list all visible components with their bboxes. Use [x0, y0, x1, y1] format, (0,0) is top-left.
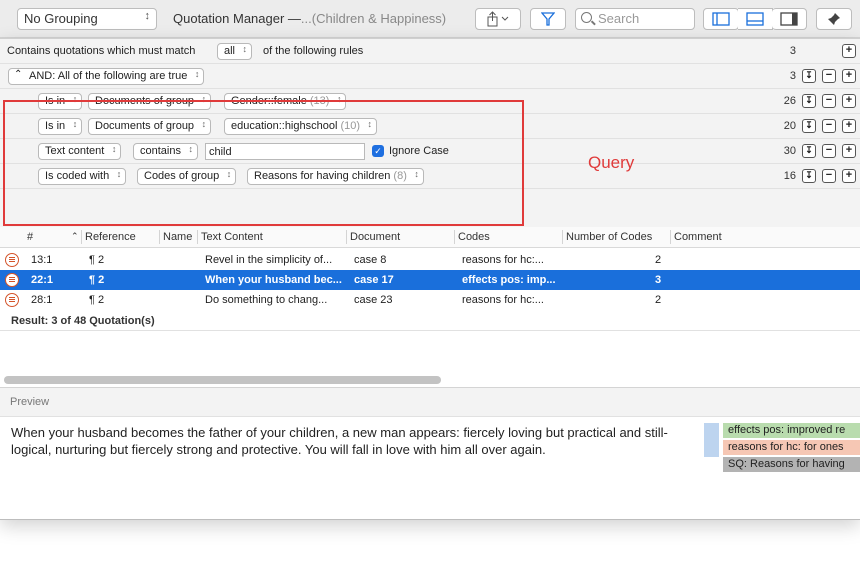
quotation-manager-window: Contains quotations which must match all…: [0, 38, 860, 520]
col-text-content[interactable]: Text Content: [201, 231, 263, 243]
preview-header: Preview: [0, 387, 860, 417]
col-comment[interactable]: Comment: [674, 231, 722, 243]
quotation-icon: [5, 253, 19, 267]
code-tag[interactable]: SQ: Reasons for having: [723, 457, 860, 472]
collapse-icon: ⌃: [14, 69, 23, 80]
remove-rule-button[interactable]: −: [822, 94, 836, 108]
sort-asc-icon: ⌃: [71, 231, 79, 241]
remove-rule-button[interactable]: −: [822, 144, 836, 158]
grouping-select[interactable]: No Grouping ↕: [17, 8, 157, 30]
code-tag[interactable]: reasons for hc: for ones: [723, 440, 860, 455]
insert-rule-button[interactable]: ↧: [802, 144, 816, 158]
add-rule-button[interactable]: +: [842, 94, 856, 108]
remove-rule-button[interactable]: −: [822, 169, 836, 183]
filter-button[interactable]: [530, 8, 566, 30]
col-reference[interactable]: Reference: [85, 231, 136, 243]
quotation-range-bar: [704, 423, 719, 457]
insert-rule-button[interactable]: ↧: [802, 169, 816, 183]
insert-rule-button[interactable]: ↧: [802, 119, 816, 133]
search-input[interactable]: Search: [575, 8, 695, 30]
result-summary: Result: 3 of 48 Quotation(s): [11, 315, 155, 327]
updown-icon: ↕: [144, 10, 151, 22]
code-tag[interactable]: effects pos: improved re: [723, 423, 860, 438]
table-row-selected[interactable]: 22:1 ¶ 2 When your husband bec... case 1…: [0, 270, 860, 290]
add-rule-button[interactable]: +: [842, 69, 856, 83]
share-button[interactable]: [475, 8, 521, 30]
remove-rule-button[interactable]: −: [822, 119, 836, 133]
col-name[interactable]: Name: [163, 231, 192, 243]
quotation-icon: [5, 273, 19, 287]
col-number[interactable]: #: [27, 231, 33, 243]
table-row[interactable]: 13:1 ¶ 2 Revel in the simplicity of... c…: [0, 250, 860, 270]
pin-icon: [828, 13, 840, 25]
panel-bottom-icon: [746, 12, 764, 26]
pin-button[interactable]: [816, 8, 852, 30]
window-title: Quotation Manager —...(Children & Happin…: [173, 11, 447, 26]
insert-rule-button[interactable]: ↧: [802, 94, 816, 108]
bottom-pane-button[interactable]: [738, 8, 773, 30]
query-highlight-box: [3, 100, 524, 226]
add-rule-button[interactable]: +: [842, 169, 856, 183]
search-icon: [581, 12, 592, 23]
col-codes[interactable]: Codes: [458, 231, 490, 243]
horizontal-scrollbar[interactable]: [4, 376, 441, 384]
add-rule-button[interactable]: +: [842, 144, 856, 158]
add-rule-button[interactable]: +: [842, 44, 856, 58]
sidebar-left-icon: [712, 12, 730, 26]
match-mode-select[interactable]: all ↕: [217, 43, 253, 60]
add-rule-button[interactable]: +: [842, 119, 856, 133]
filter-icon: [541, 12, 555, 26]
left-pane-button[interactable]: [703, 8, 739, 30]
and-group-row: ⌃ AND: All of the following are true ↕ 3 …: [0, 64, 860, 89]
col-document[interactable]: Document: [350, 231, 400, 243]
query-rules: Contains quotations which must match all…: [0, 39, 860, 227]
remove-rule-button[interactable]: −: [822, 69, 836, 83]
quotation-icon: [5, 293, 19, 307]
preview-text: When your husband becomes the father of …: [11, 425, 668, 457]
col-number-of-codes[interactable]: Number of Codes: [566, 231, 652, 243]
match-header-row: Contains quotations which must match all…: [0, 39, 860, 64]
insert-rule-button[interactable]: ↧: [802, 69, 816, 83]
table-header: # ⌃ Reference Name Text Content Document…: [0, 227, 860, 248]
toolbar: No Grouping ↕ Quotation Manager —...(Chi…: [0, 0, 860, 38]
query-annotation: Query: [588, 153, 635, 172]
share-icon: [487, 11, 509, 27]
table-row[interactable]: 28:1 ¶ 2 Do something to chang... case 2…: [0, 290, 860, 310]
right-pane-button[interactable]: [772, 8, 807, 30]
sidebar-right-icon: [780, 12, 798, 26]
grouping-label: No Grouping: [24, 11, 98, 26]
and-group-select[interactable]: ⌃ AND: All of the following are true ↕: [8, 68, 205, 85]
